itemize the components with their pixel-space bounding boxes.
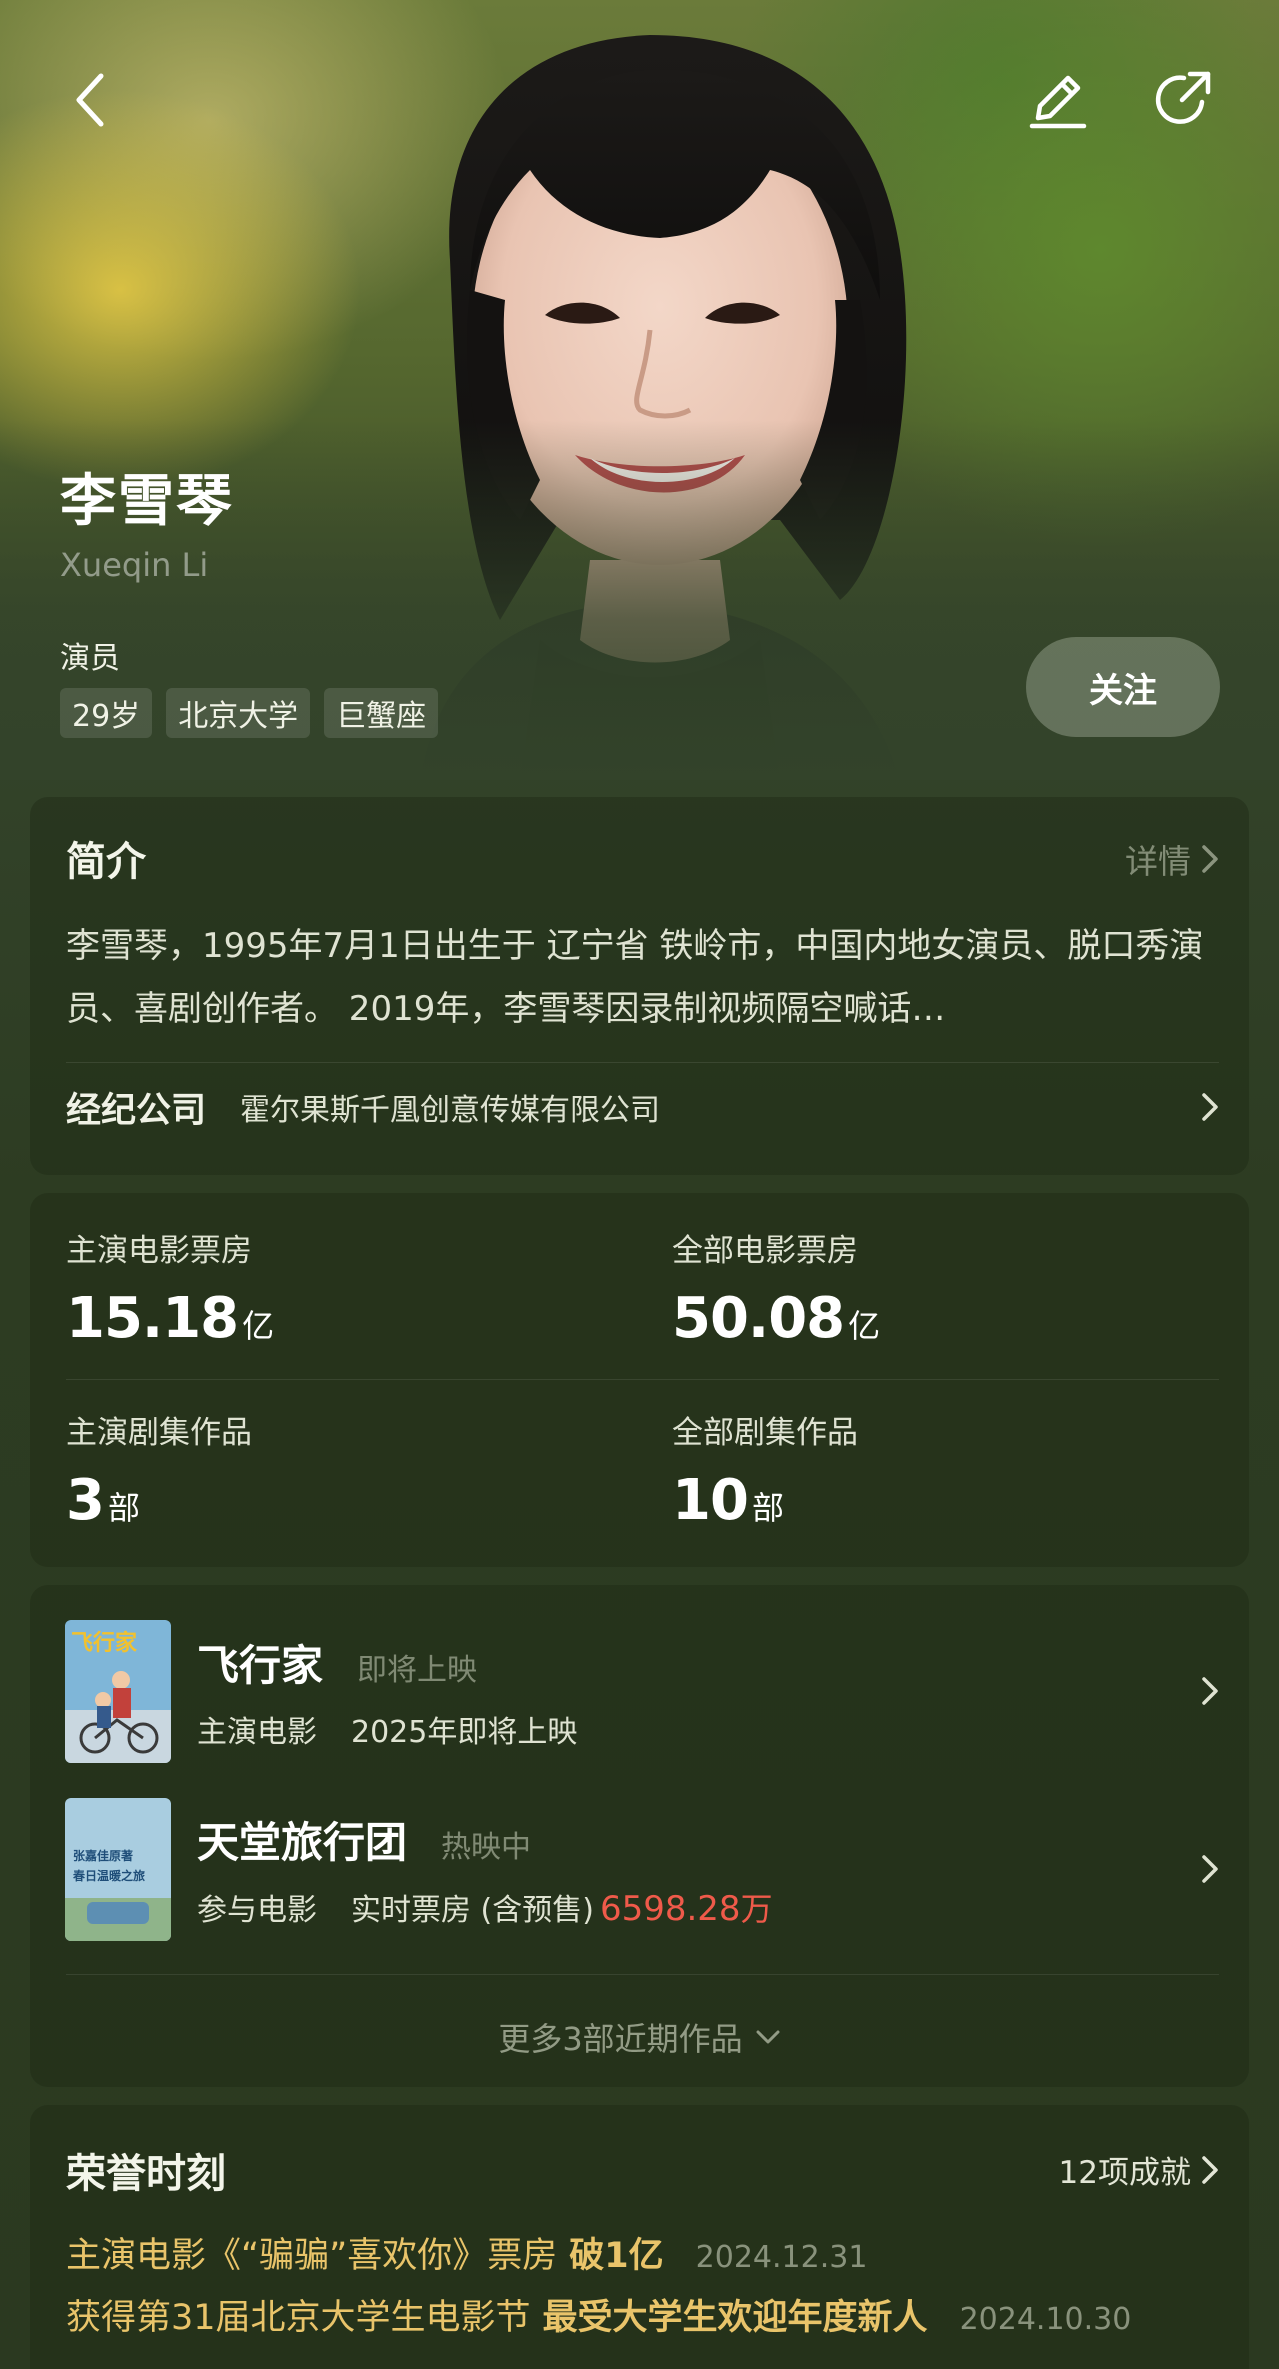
honor-text: 获得第31届北京大学生电影节	[66, 2298, 531, 2338]
share-icon	[1155, 71, 1211, 124]
agency-value: 霍尔果斯千凰创意传媒有限公司	[240, 1093, 661, 1128]
chevron-right-icon	[1202, 1677, 1218, 1705]
work-item[interactable]: 飞行家 飞行家 即将上映 主演电影 2025年即将上映	[65, 1618, 1219, 1764]
work-box-office-value: 6598.28	[599, 1888, 741, 1929]
stat-all-series-count[interactable]: 全部剧集作品 10 部	[672, 1407, 858, 1533]
honors-count: 12项成就	[1058, 2155, 1191, 2191]
detail-label: 详情	[1125, 842, 1191, 881]
zodiac-tag: 巨蟹座	[324, 688, 439, 738]
stat-value: 3	[66, 1468, 105, 1533]
honors-title: 荣誉时刻	[66, 2151, 226, 2197]
stat-lead-series-count[interactable]: 主演剧集作品 3 部	[66, 1407, 252, 1533]
work-box-office-label: 实时票房 (含预售)	[351, 1892, 594, 1928]
work-type: 主演电影	[197, 1714, 317, 1750]
intro-title: 简介	[66, 839, 146, 885]
back-button[interactable]	[50, 60, 130, 140]
actor-role: 演员	[60, 641, 120, 676]
work-box-office-unit: 万	[740, 1889, 773, 1928]
stat-label: 全部剧集作品	[672, 1415, 858, 1451]
divider	[66, 1379, 1219, 1380]
honor-highlight: 最受大学生欢迎年度新人	[542, 2298, 928, 2338]
movie-poster: 飞行家	[65, 1619, 171, 1763]
edit-icon	[1029, 75, 1087, 129]
movie-poster: 张嘉佳原著 春日温暖之旅	[65, 1797, 171, 1941]
stat-all-film-box-office[interactable]: 全部电影票房 50.08 亿	[672, 1225, 880, 1351]
intro-detail-link[interactable]: 详情	[1125, 835, 1219, 883]
divider	[66, 1974, 1219, 1975]
work-title: 飞行家	[197, 1640, 324, 1690]
work-status: 即将上映	[357, 1652, 478, 1688]
chevron-right-icon	[1202, 1855, 1218, 1883]
back-icon	[76, 73, 104, 127]
chevron-right-icon	[1202, 1093, 1218, 1121]
work-type: 参与电影	[197, 1892, 317, 1928]
intro-text[interactable]: 李雪琴，1995年7月1日出生于 辽宁省 铁岭市，中国内地女演员、脱口秀演员、喜…	[66, 915, 1216, 1041]
profile-tags: 29岁 北京大学 巨蟹座	[60, 688, 439, 738]
stat-unit: 部	[107, 1489, 140, 1527]
edit-button[interactable]	[1018, 60, 1098, 140]
agency-row[interactable]: 经纪公司 霍尔果斯千凰创意传媒有限公司	[66, 1062, 1219, 1152]
honor-highlight: 破1亿	[569, 2236, 664, 2276]
actor-name-english: Xueqin Li	[60, 546, 209, 584]
honors-card: 荣誉时刻 12项成就 主演电影《“骗骗”喜欢你》票房 破1亿 2024.12.3…	[30, 2105, 1249, 2369]
chevron-right-icon	[1202, 845, 1218, 873]
stat-label: 主演电影票房	[66, 1233, 252, 1269]
honor-text: 主演电影《“骗骗”喜欢你》票房	[66, 2236, 558, 2276]
honor-item[interactable]: 获得第31届北京大学生电影节 最受大学生欢迎年度新人 2024.10.30	[66, 2289, 1131, 2340]
more-works-button[interactable]: 更多3部近期作品	[30, 2005, 1249, 2069]
poster-title-text: 飞行家	[71, 1630, 138, 1656]
stat-value: 50.08	[672, 1286, 845, 1351]
recent-works-card: 飞行家 飞行家 即将上映 主演电影 2025年即将上映 张嘉佳原著 春日温暖之旅…	[30, 1585, 1249, 2087]
age-tag: 29岁	[60, 688, 153, 738]
work-release-info: 2025年即将上映	[351, 1714, 578, 1750]
stat-unit: 部	[751, 1489, 784, 1527]
stat-lead-film-box-office[interactable]: 主演电影票房 15.18 亿	[66, 1225, 274, 1351]
more-works-label: 更多3部近期作品	[498, 2020, 743, 2058]
agency-label: 经纪公司	[66, 1090, 207, 1131]
chevron-right-icon	[1202, 2155, 1218, 2184]
school-tag: 北京大学	[166, 688, 311, 738]
stat-label: 全部电影票房	[672, 1233, 858, 1269]
honor-date: 2024.12.31	[695, 2240, 868, 2275]
intro-card: 简介 详情 李雪琴，1995年7月1日出生于 辽宁省 铁岭市，中国内地女演员、脱…	[30, 797, 1249, 1175]
honors-count-link[interactable]: 12项成就	[1059, 2147, 1219, 2192]
chevron-down-icon	[756, 2030, 780, 2044]
stat-unit: 亿	[848, 1307, 881, 1345]
stat-unit: 亿	[242, 1307, 275, 1345]
work-title: 天堂旅行团	[197, 1817, 408, 1867]
honor-item[interactable]: 主演电影《“骗骗”喜欢你》票房 破1亿 2024.12.31	[66, 2227, 867, 2278]
follow-button[interactable]: 关注	[1026, 637, 1220, 737]
stat-value: 15.18	[66, 1286, 239, 1351]
actor-profile-page: 李雪琴 Xueqin Li 演员 29岁 北京大学 巨蟹座 关注 简介 详情 李…	[0, 0, 1279, 2369]
work-item[interactable]: 张嘉佳原著 春日温暖之旅 天堂旅行团 热映中 参与电影 实时票房 (含预售) 6…	[65, 1796, 1219, 1942]
poster-text-line: 春日温暖之旅	[72, 1868, 145, 1883]
hero-section: 李雪琴 Xueqin Li 演员 29岁 北京大学 巨蟹座 关注	[0, 0, 1279, 780]
share-button[interactable]	[1142, 60, 1222, 140]
stats-card: 主演电影票房 15.18 亿 全部电影票房 50.08 亿 主演剧集作品 3 部…	[30, 1193, 1249, 1567]
work-status: 热映中	[441, 1829, 532, 1865]
actor-name: 李雪琴	[60, 469, 234, 534]
stat-value: 10	[672, 1468, 749, 1533]
honor-date: 2024.10.30	[959, 2302, 1132, 2337]
stat-label: 主演剧集作品	[66, 1415, 252, 1451]
poster-text-line: 张嘉佳原著	[73, 1848, 133, 1863]
